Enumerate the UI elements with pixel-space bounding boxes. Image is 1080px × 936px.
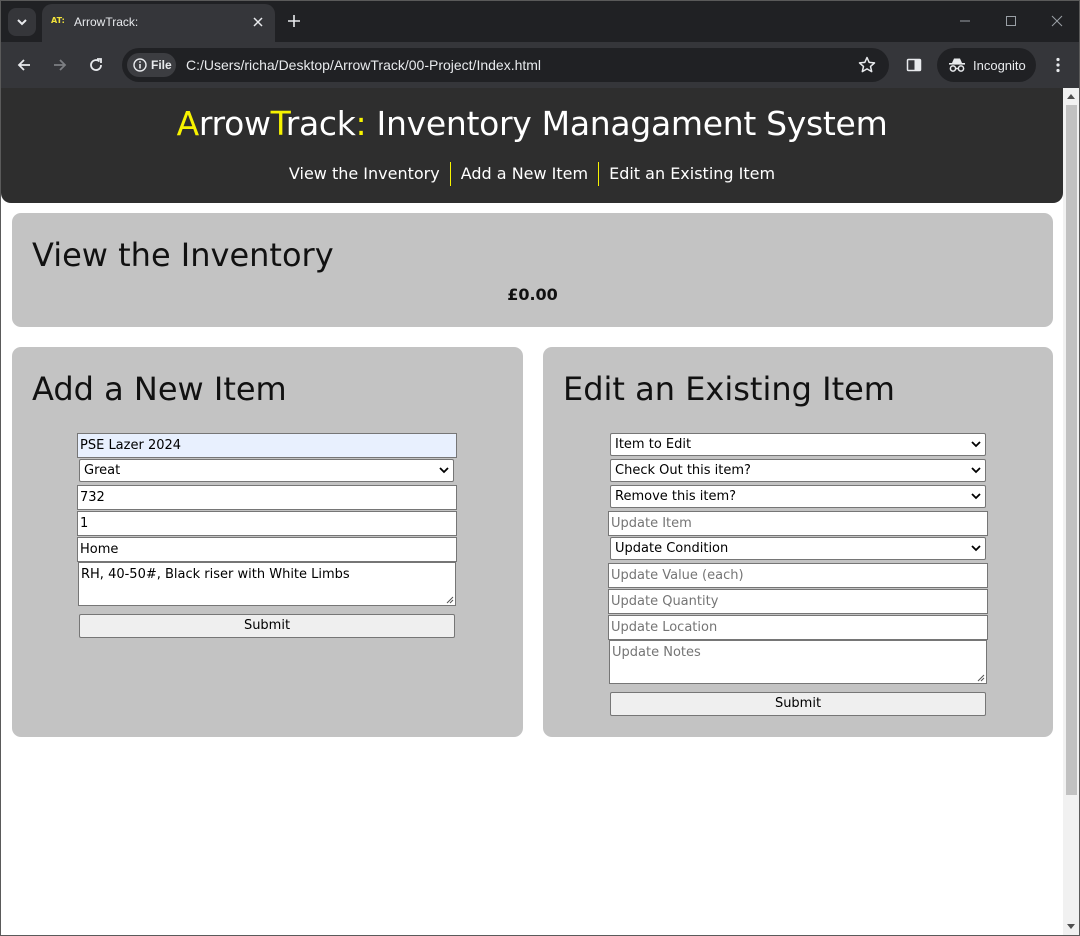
site-info-chip[interactable]: File — [127, 53, 176, 77]
nav-link-add-item[interactable]: Add a New Item — [449, 162, 598, 186]
back-button[interactable] — [12, 53, 36, 77]
browser-tab[interactable]: AT: ArrowTrack: — [42, 4, 275, 42]
edit-item-heading: Edit an Existing Item — [563, 370, 895, 408]
item-to-edit-select[interactable]: Item to Edit — [610, 433, 986, 456]
url-text: C:/Users/richa/Desktop/ArrowTrack/00-Pro… — [186, 57, 542, 73]
chevron-down-icon — [971, 493, 981, 500]
site-nav: View the Inventory Add a New Item Edit a… — [1, 162, 1063, 186]
scroll-down-arrow-icon[interactable] — [1067, 924, 1075, 929]
browser-menu-button[interactable] — [1047, 54, 1069, 76]
update-notes-textarea[interactable]: Update Notes — [609, 640, 987, 684]
item-to-edit-value: Item to Edit — [615, 437, 692, 452]
reload-button[interactable] — [84, 53, 108, 77]
address-bar[interactable]: File C:/Users/richa/Desktop/ArrowTrack/0… — [122, 48, 889, 82]
remove-item-select[interactable]: Remove this item? — [610, 485, 986, 508]
item-name-input[interactable]: PSE Lazer 2024 — [77, 433, 457, 458]
arrow-left-icon — [17, 59, 30, 71]
nav-link-edit-item[interactable]: Edit an Existing Item — [598, 162, 785, 186]
site-title: ArrowTrack: Inventory Managament System — [1, 104, 1063, 143]
page-scrollbar[interactable] — [1063, 88, 1079, 935]
file-chip-label: File — [151, 58, 172, 72]
plus-icon — [288, 15, 300, 27]
tab-favicon: AT: — [51, 16, 65, 25]
incognito-label: Incognito — [973, 57, 1026, 73]
chevron-down-icon — [439, 467, 449, 474]
location-input[interactable]: Home — [77, 537, 457, 562]
update-quantity-input[interactable]: Update Quantity — [608, 589, 988, 614]
window-close-button[interactable] — [1042, 9, 1072, 33]
tab-title: ArrowTrack: — [74, 15, 139, 29]
condition-select[interactable]: Great — [79, 459, 454, 482]
close-icon — [1051, 15, 1063, 27]
more-vertical-icon — [1056, 57, 1060, 73]
view-inventory-heading: View the Inventory — [32, 236, 334, 274]
star-icon — [858, 56, 876, 73]
maximize-icon — [1006, 16, 1016, 26]
title-rack: rack — [285, 104, 356, 143]
add-item-panel: Add a New Item PSE Lazer 2024 Great 732 … — [12, 347, 523, 737]
view-inventory-panel: View the Inventory £0.00 — [12, 213, 1053, 327]
update-condition-select[interactable]: Update Condition — [610, 537, 986, 560]
check-out-value: Check Out this item? — [615, 463, 751, 478]
browser-window: AT: ArrowTrack: File C:/Users/richa/Desk… — [0, 0, 1080, 936]
resize-grip-icon[interactable] — [977, 674, 985, 682]
notes-text: RH, 40-50#, Black riser with White Limbs — [81, 567, 350, 582]
scroll-up-arrow-icon[interactable] — [1067, 94, 1075, 99]
title-letter-a: A — [176, 104, 200, 143]
browser-toolbar: File C:/Users/richa/Desktop/ArrowTrack/0… — [1, 42, 1079, 88]
title-rrow: rrow — [198, 104, 271, 143]
chevron-down-icon — [971, 467, 981, 474]
arrow-right-icon — [54, 59, 67, 71]
edit-item-panel: Edit an Existing Item Item to Edit Check… — [543, 347, 1053, 737]
minimize-icon — [960, 20, 970, 22]
update-location-input[interactable]: Update Location — [608, 615, 988, 640]
title-rest: Inventory Managament System — [366, 104, 888, 143]
update-item-input[interactable]: Update Item — [608, 511, 988, 536]
info-icon — [133, 58, 147, 72]
page-viewport: ArrowTrack: Inventory Managament System … — [1, 88, 1063, 935]
update-value-input[interactable]: Update Value (each) — [608, 563, 988, 588]
incognito-icon — [949, 58, 965, 72]
forward-button[interactable] — [48, 53, 72, 77]
tab-close-button[interactable] — [249, 13, 267, 31]
quantity-input[interactable]: 1 — [77, 511, 457, 536]
inventory-total-value: £0.00 — [507, 285, 558, 304]
chevron-down-icon — [971, 441, 981, 448]
scrollbar-thumb[interactable] — [1066, 105, 1077, 795]
update-condition-value: Update Condition — [615, 541, 729, 556]
incognito-indicator[interactable]: Incognito — [937, 48, 1036, 82]
maximize-button[interactable] — [996, 9, 1026, 33]
condition-select-value: Great — [84, 463, 121, 478]
close-icon — [253, 17, 263, 27]
bookmark-button[interactable] — [857, 55, 877, 75]
notes-textarea[interactable]: RH, 40-50#, Black riser with White Limbs — [78, 562, 456, 606]
new-tab-button[interactable] — [284, 11, 304, 31]
remove-item-value: Remove this item? — [615, 489, 737, 504]
add-item-submit-button[interactable]: Submit — [79, 614, 455, 638]
chevron-down-icon — [17, 19, 27, 26]
nav-link-view-inventory[interactable]: View the Inventory — [279, 162, 450, 186]
side-panel-icon — [906, 58, 922, 72]
title-letter-t: T — [270, 104, 286, 143]
tab-search-button[interactable] — [8, 8, 36, 36]
value-input[interactable]: 732 — [77, 485, 457, 510]
minimize-button[interactable] — [950, 9, 980, 33]
tab-strip: AT: ArrowTrack: — [1, 1, 1079, 42]
site-header: ArrowTrack: Inventory Managament System … — [1, 88, 1063, 203]
chevron-down-icon — [971, 545, 981, 552]
add-item-heading: Add a New Item — [32, 370, 287, 408]
resize-grip-icon[interactable] — [446, 596, 454, 604]
side-panel-button[interactable] — [903, 54, 925, 76]
check-out-select[interactable]: Check Out this item? — [610, 459, 986, 482]
edit-item-submit-button[interactable]: Submit — [610, 692, 986, 716]
update-notes-placeholder: Update Notes — [612, 645, 701, 660]
title-colon: : — [355, 104, 367, 143]
reload-icon — [90, 58, 102, 71]
